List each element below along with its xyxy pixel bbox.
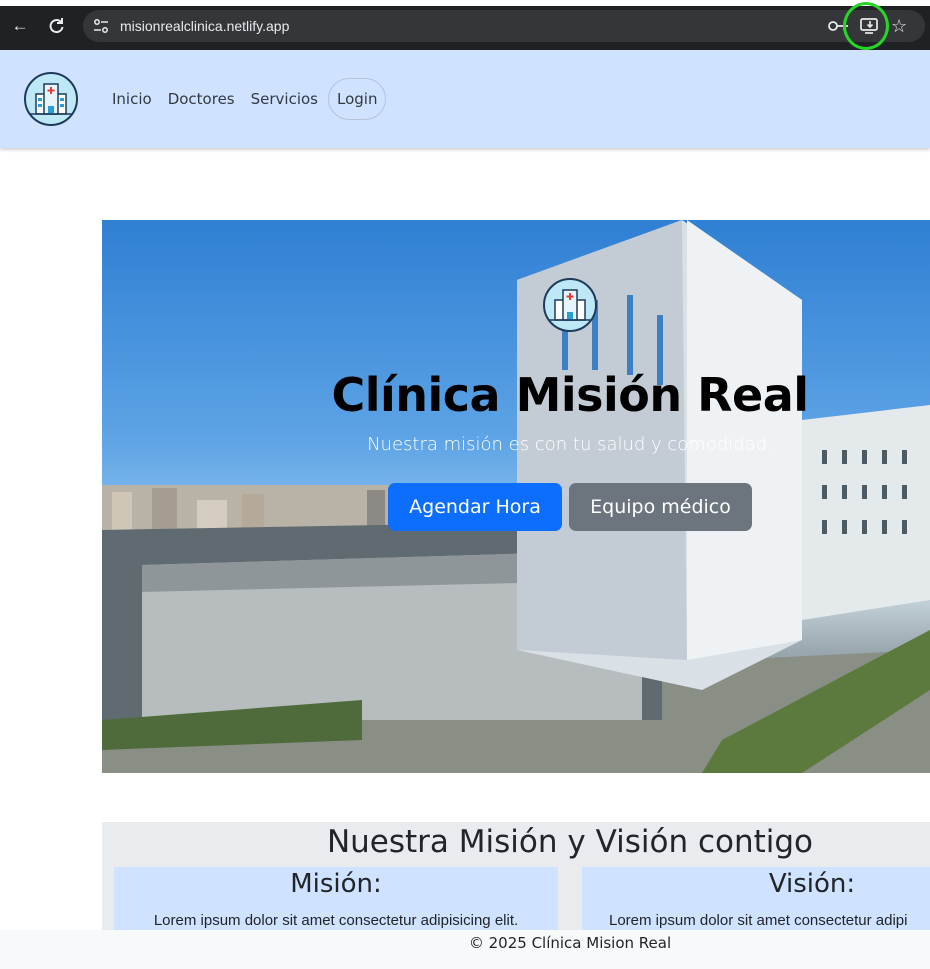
login-button[interactable]: Login	[328, 78, 387, 120]
back-icon[interactable]: ←	[8, 14, 32, 38]
nav-links: Inicio Doctores Servicios Login	[104, 78, 387, 120]
bookmark-star-icon[interactable]: ☆	[891, 15, 907, 37]
clinic-logo[interactable]	[24, 72, 78, 126]
vision-card: Visión: Lorem ipsum dolor sit amet conse…	[582, 867, 930, 932]
reload-icon[interactable]	[44, 14, 68, 38]
hero-subtitle: Nuestra misión es con tu salud y comodid…	[367, 434, 773, 455]
site-settings-icon[interactable]	[93, 18, 109, 34]
site-navbar: Inicio Doctores Servicios Login	[0, 50, 930, 148]
mission-card-text: Lorem ipsum dolor sit amet consectetur a…	[153, 912, 519, 929]
site-footer: © 2025 Clínica Mision Real	[0, 930, 930, 969]
agendar-hora-button[interactable]: Agendar Hora	[388, 483, 562, 531]
nav-item-doctores[interactable]: Doctores	[160, 78, 243, 120]
vision-card-text: Lorem ipsum dolor sit amet consectetur a…	[609, 912, 908, 929]
url-text[interactable]: misionrealclinica.netlify.app	[120, 17, 289, 35]
hero-banner: Clínica Misión Real Nuestra misión es co…	[102, 220, 930, 773]
mission-vision-section: Nuestra Misión y Visión contigo Misión: …	[102, 822, 930, 932]
nav-item-servicios[interactable]: Servicios	[243, 78, 326, 120]
address-bar[interactable]: misionrealclinica.netlify.app ☆	[83, 10, 925, 42]
footer-copyright: © 2025 Clínica Mision Real	[468, 934, 672, 952]
hero-clinic-logo	[543, 278, 597, 332]
equipo-medico-button[interactable]: Equipo médico	[569, 483, 752, 531]
mission-card-heading: Misión:	[290, 869, 382, 899]
nav-item-inicio[interactable]: Inicio	[104, 78, 160, 120]
highlight-ring	[843, 2, 889, 50]
hero-title: Clínica Misión Real	[331, 368, 809, 422]
vision-card-heading: Visión:	[768, 869, 856, 899]
browser-toolbar: ← misionrealclinica.netlify.app ☆	[0, 0, 930, 50]
mission-section-title: Nuestra Misión y Visión contigo	[326, 824, 814, 860]
window-top-strip	[0, 0, 930, 6]
mission-card: Misión: Lorem ipsum dolor sit amet conse…	[114, 867, 558, 932]
